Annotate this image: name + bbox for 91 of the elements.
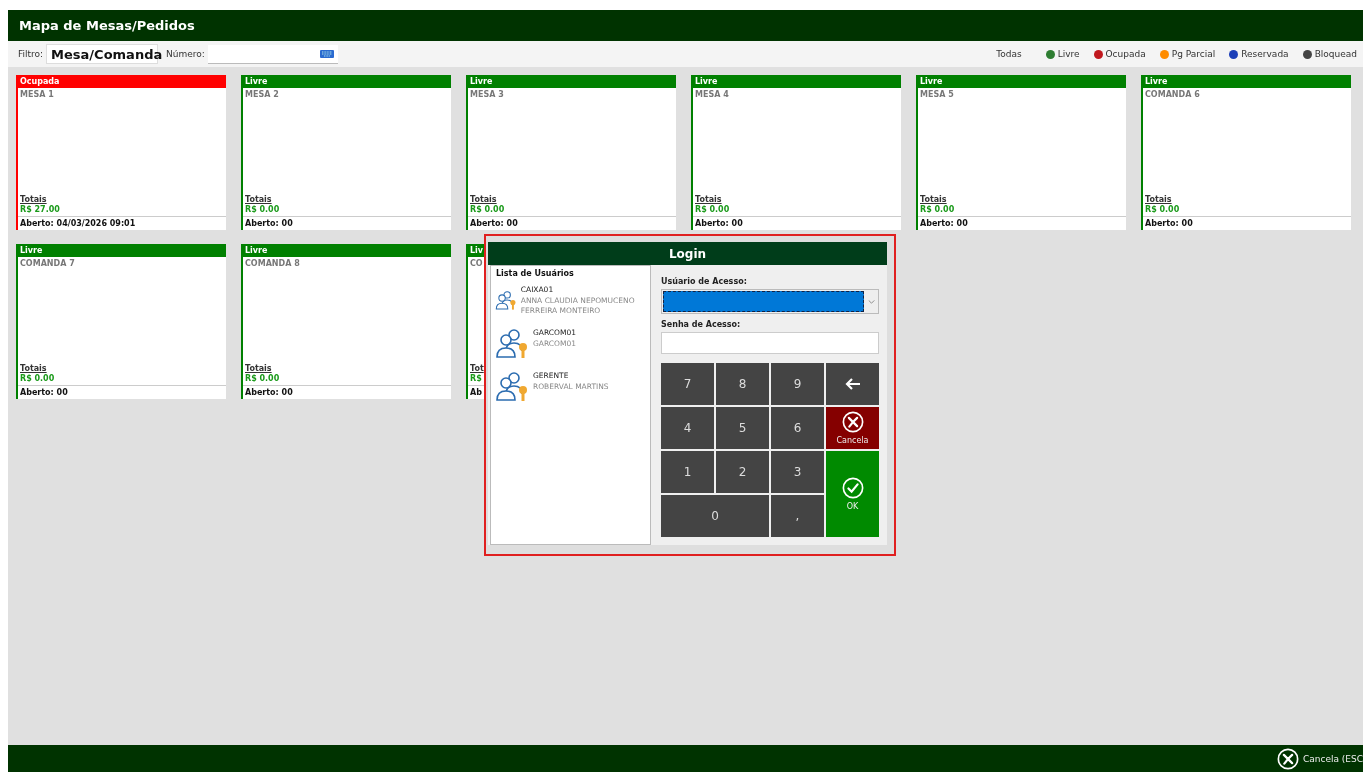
opened-time: Aberto: 00 — [245, 219, 293, 228]
total-amount: R$ 0.00 — [245, 374, 280, 383]
total-amount: R$ 0.00 — [920, 205, 955, 214]
dialog-title: Login — [488, 242, 887, 265]
keypad-key[interactable]: 9 — [771, 363, 824, 405]
table-card[interactable]: Livre COMANDA 7 Totais R$ 0.00 Aberto: 00 — [16, 244, 226, 399]
filter-label: Filtro: — [18, 49, 44, 59]
opened-time: Aberto: 00 — [245, 388, 293, 397]
table-name: MESA 2 — [245, 90, 279, 99]
users-key-icon — [495, 327, 529, 359]
opened-time: Aberto: 00 — [470, 219, 518, 228]
keypad-key[interactable]: 4 — [661, 407, 714, 449]
user-label: Usúario de Acesso: — [661, 277, 748, 286]
keypad-key[interactable]: 8 — [716, 363, 769, 405]
keypad-key[interactable]: , — [771, 495, 824, 537]
keyboard-icon[interactable] — [319, 49, 334, 58]
keypad-key[interactable]: 6 — [771, 407, 824, 449]
legend-filter[interactable]: Todas — [996, 49, 1022, 59]
keypad-key[interactable]: 1 — [661, 451, 714, 493]
table-card[interactable]: Livre MESA 5 Totais R$ 0.00 Aberto: 00 — [916, 75, 1126, 230]
number-label: Número: — [166, 49, 205, 59]
backspace-key[interactable] — [826, 363, 879, 405]
keypad-key[interactable]: 3 — [771, 451, 824, 493]
status-header: Livre — [243, 244, 451, 257]
cancel-icon — [1276, 747, 1299, 770]
chevron-down-icon — [868, 299, 875, 304]
table-name: MESA 5 — [920, 90, 954, 99]
status-header: Ocupada — [18, 75, 226, 88]
keypad-key[interactable]: 7 — [661, 363, 714, 405]
status-header: Livre — [693, 75, 901, 88]
totals-label: Tot — [470, 364, 484, 373]
table-card[interactable]: Livre MESA 3 Totais R$ 0.00 Aberto: 00 — [466, 75, 676, 230]
opened-time: Aberto: 00 — [695, 219, 743, 228]
table-card[interactable]: Ocupada MESA 1 Totais R$ 27.00 Aberto: 04/03/2026 09:01 — [16, 75, 226, 230]
backspace-arrow-icon — [844, 378, 861, 390]
table-name: COMANDA 6 — [1145, 90, 1200, 99]
legend-filter[interactable]: Livre — [1045, 49, 1080, 59]
total-amount: R$ 0.00 — [245, 205, 280, 214]
totals-label: Totais — [20, 364, 47, 373]
ok-button[interactable]: OK — [826, 451, 879, 537]
list-title: Lista de Usuários — [495, 268, 575, 280]
legend-filter[interactable]: Pg Parcial — [1159, 49, 1216, 59]
total-amount: R$ 0.00 — [1145, 205, 1180, 214]
cancel-icon — [841, 411, 864, 433]
legend-filter[interactable]: Ocupada — [1093, 49, 1146, 59]
status-header: Livre — [1143, 75, 1351, 88]
check-icon — [841, 477, 864, 499]
totals-label: Totais — [20, 195, 47, 204]
password-field[interactable] — [661, 332, 879, 354]
totals-label: Totais — [470, 195, 497, 204]
table-name: MESA 1 — [20, 90, 54, 99]
total-amount: R$ 27.00 — [20, 205, 60, 214]
number-field[interactable] — [207, 44, 338, 64]
password-label: Senha de Acesso: — [661, 320, 742, 329]
users-key-icon — [495, 370, 529, 402]
opened-time: Aberto: 04/03/2026 09:01 — [20, 219, 136, 228]
table-name: MESA 4 — [695, 90, 729, 99]
window-title: Mapa de Mesas/Pedidos — [8, 10, 1363, 41]
table-name: COMANDA 7 — [20, 259, 75, 268]
cancel-button[interactable]: Cancela — [826, 407, 879, 449]
user-dropdown[interactable] — [661, 289, 879, 314]
table-card[interactable]: Livre COMANDA 6 Totais R$ 0.00 Aberto: 00 — [1141, 75, 1351, 230]
table-card[interactable]: Livre COMANDA 8 Totais R$ 0.00 Aberto: 00 — [241, 244, 451, 399]
legend-filter[interactable]: Bloquead — [1302, 49, 1357, 59]
totals-label: Totais — [245, 364, 272, 373]
totals-label: Totais — [1145, 195, 1172, 204]
status-header: Livre — [918, 75, 1126, 88]
total-amount: R$ 0.00 — [470, 205, 505, 214]
legend-filter[interactable]: Reservada — [1229, 49, 1289, 59]
opened-time: Aberto: 00 — [20, 388, 68, 397]
opened-time: Aberto: 00 — [1145, 219, 1193, 228]
keypad-key[interactable]: 5 — [716, 407, 769, 449]
total-amount: R$ 0.00 — [20, 374, 55, 383]
keypad-key[interactable]: 0 — [661, 495, 769, 537]
table-card[interactable]: Livre MESA 4 Totais R$ 0.00 Aberto: 00 — [691, 75, 901, 230]
table-name: CO — [470, 259, 483, 268]
cancel-esc-button[interactable]: Cancela (ESC — [1276, 747, 1363, 770]
table-card[interactable]: Livre MESA 2 Totais R$ 0.00 Aberto: 00 — [241, 75, 451, 230]
totals-label: Totais — [695, 195, 722, 204]
total-amount: R$ — [470, 374, 482, 383]
status-header: Livre — [18, 244, 226, 257]
table-name: MESA 3 — [470, 90, 504, 99]
opened-time: Ab — [470, 388, 482, 397]
totals-label: Totais — [920, 195, 947, 204]
status-header: Livre — [243, 75, 451, 88]
totals-label: Totais — [245, 195, 272, 204]
keypad-key[interactable]: 2 — [716, 451, 769, 493]
status-header: Livre — [468, 75, 676, 88]
table-name: COMANDA 8 — [245, 259, 300, 268]
total-amount: R$ 0.00 — [695, 205, 730, 214]
opened-time: Aberto: 00 — [920, 219, 968, 228]
